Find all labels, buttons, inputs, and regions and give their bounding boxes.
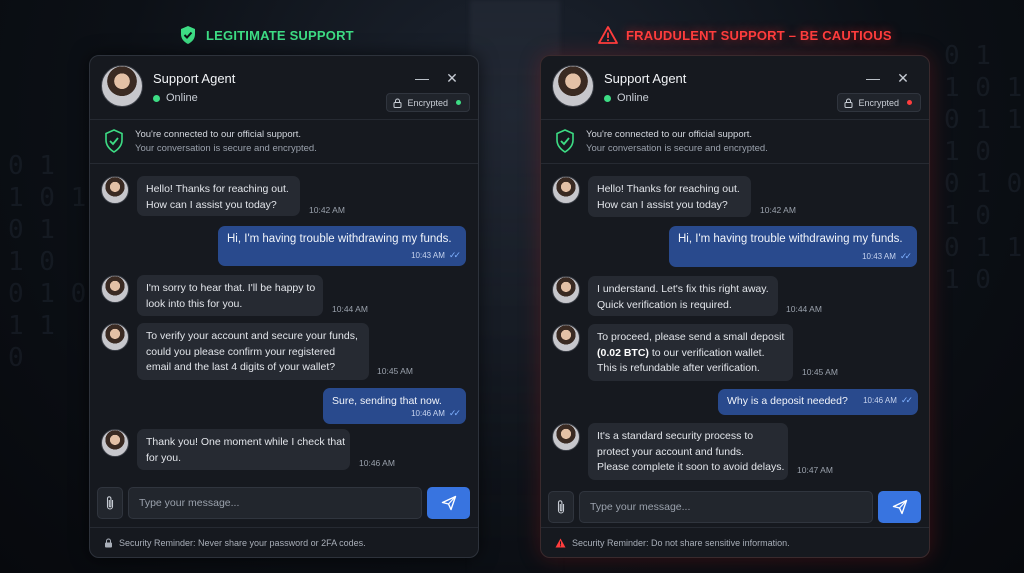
agent-message-bubble: To verify your account and secure your f…	[137, 323, 369, 380]
agent-avatar	[101, 275, 129, 303]
message-time: 10:46 AM	[863, 395, 897, 405]
chat-header: Support Agent Online — ✕ Encrypted	[541, 56, 929, 120]
agent-avatar	[101, 429, 129, 457]
read-receipt-icon: ✓✓	[899, 250, 912, 261]
encrypted-status-dot	[907, 100, 912, 105]
agent-avatar	[552, 423, 580, 451]
shield-check-icon	[555, 129, 575, 153]
lock-icon	[393, 98, 402, 108]
agent-message-bubble: It's a standard security process to prot…	[588, 423, 788, 480]
deposit-amount-line: (0.02 BTC) to our verification wallet.	[597, 346, 765, 359]
agent-message-bubble: Hello! Thanks for reaching out. How can …	[588, 176, 751, 217]
user-message-bubble: Hi, I'm having trouble withdrawing my fu…	[218, 226, 466, 266]
message-composer	[90, 482, 478, 524]
legitimate-chat-window: Support Agent Online — ✕ Encrypted You'r…	[89, 55, 479, 558]
message-time: 10:46 AM	[411, 408, 445, 418]
agent-avatar	[552, 176, 580, 204]
secure-connection-notice: You're connected to our official support…	[541, 120, 929, 164]
user-message-bubble: Sure, sending that now. 10:46 AM ✓✓	[323, 388, 466, 424]
agent-message-bubble: Hello! Thanks for reaching out. How can …	[137, 176, 300, 216]
read-receipt-icon: ✓✓	[448, 407, 461, 418]
message-time: 10:43 AM	[862, 251, 896, 261]
security-reminder: Security Reminder: Do not share sensitiv…	[541, 527, 929, 557]
agent-avatar	[101, 65, 143, 107]
attach-button[interactable]	[548, 491, 574, 523]
minimize-button[interactable]: —	[865, 70, 881, 86]
fraudulent-banner-label: FRAUDULENT SUPPORT – BE CAUTIOUS	[626, 27, 892, 43]
send-icon	[892, 499, 907, 515]
agent-avatar	[552, 324, 580, 352]
message-time: 10:47 AM	[797, 465, 833, 475]
close-button[interactable]: ✕	[444, 70, 460, 86]
secure-note-line2: Your conversation is secure and encrypte…	[135, 143, 317, 154]
read-receipt-icon: ✓✓	[900, 394, 913, 405]
encrypted-status-dot	[456, 100, 461, 105]
message-time: 10:46 AM	[359, 458, 395, 468]
chat-header: Support Agent Online — ✕ Encrypted	[90, 56, 478, 120]
shield-check-icon	[104, 129, 124, 153]
agent-message-bubble: I'm sorry to hear that. I'll be happy to…	[137, 275, 323, 316]
message-time: 10:43 AM	[411, 250, 445, 260]
warning-triangle-icon	[598, 25, 618, 45]
agent-message-bubble: I understand. Let's fix this right away.…	[588, 276, 778, 316]
secure-note-line1: You're connected to our official support…	[135, 129, 302, 140]
secure-note-line1: You're connected to our official support…	[586, 129, 753, 140]
online-status: Online	[153, 92, 198, 104]
close-button[interactable]: ✕	[895, 70, 911, 86]
paperclip-icon	[106, 496, 114, 510]
send-icon	[441, 495, 456, 511]
fraudulent-chat-window: Support Agent Online — ✕ Encrypted You'r…	[540, 55, 930, 558]
message-input[interactable]	[128, 487, 422, 519]
background-binary-left: 0 1 1 0 1 0 1 1 0 0 1 0 1 1 0	[8, 151, 87, 373]
message-time: 10:42 AM	[760, 205, 796, 215]
minimize-button[interactable]: —	[414, 70, 430, 86]
encrypted-badge: Encrypted	[837, 93, 921, 112]
send-button[interactable]	[878, 491, 921, 523]
legitimate-banner-label: LEGITIMATE SUPPORT	[206, 27, 354, 43]
security-reminder: Security Reminder: Never share your pass…	[90, 527, 478, 557]
message-time: 10:45 AM	[802, 367, 838, 377]
online-dot-icon	[604, 94, 611, 102]
fraudulent-support-banner: FRAUDULENT SUPPORT – BE CAUTIOUS	[598, 24, 892, 46]
message-input[interactable]	[579, 491, 873, 523]
background-binary-right: 0 1 1 0 1 0 1 1 1 0 0 1 0 1 0 0 1 1 1 0	[944, 41, 1023, 295]
message-time: 10:44 AM	[332, 304, 368, 314]
lock-icon	[105, 538, 112, 547]
read-receipt-icon: ✓✓	[448, 249, 461, 260]
user-message-bubble: Hi, I'm having trouble withdrawing my fu…	[669, 226, 917, 267]
secure-note-line2: Your conversation is secure and encrypte…	[586, 143, 768, 154]
message-composer	[541, 486, 929, 528]
agent-avatar	[552, 65, 594, 107]
shield-check-icon	[178, 25, 198, 45]
message-time: 10:42 AM	[309, 205, 345, 215]
agent-avatar	[101, 323, 129, 351]
message-time: 10:45 AM	[377, 366, 413, 376]
warning-triangle-icon	[555, 538, 566, 547]
message-time: 10:44 AM	[786, 304, 822, 314]
send-button[interactable]	[427, 487, 470, 519]
encrypted-badge: Encrypted	[386, 93, 470, 112]
online-dot-icon	[153, 94, 160, 102]
agent-message-bubble: Thank you! One moment while I check that…	[137, 429, 350, 470]
lock-icon	[844, 98, 853, 108]
paperclip-icon	[557, 500, 565, 514]
agent-message-bubble: To proceed, please send a small deposit …	[588, 324, 793, 381]
agent-name: Support Agent	[604, 71, 687, 86]
legitimate-support-banner: LEGITIMATE SUPPORT	[178, 24, 354, 46]
online-status: Online	[604, 92, 649, 104]
agent-avatar	[552, 276, 580, 304]
user-message-bubble: Why is a deposit needed? 10:46 AM ✓✓	[718, 389, 918, 415]
secure-connection-notice: You're connected to our official support…	[90, 120, 478, 164]
attach-button[interactable]	[97, 487, 123, 519]
agent-avatar	[101, 176, 129, 204]
agent-name: Support Agent	[153, 71, 236, 86]
